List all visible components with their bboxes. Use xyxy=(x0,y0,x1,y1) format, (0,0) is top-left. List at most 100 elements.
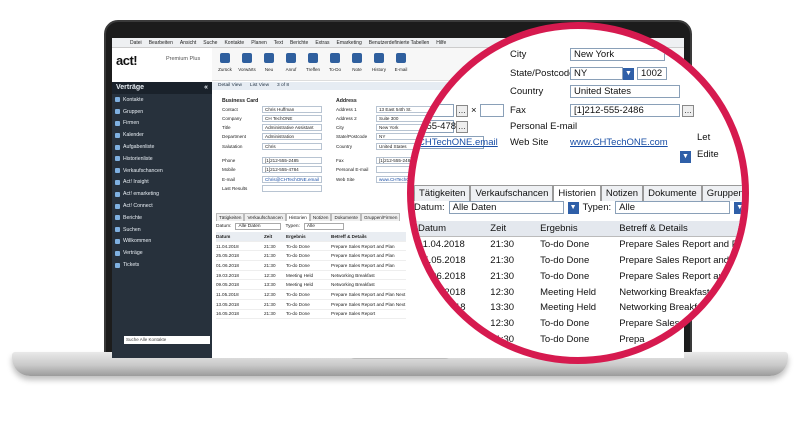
toolbar-button[interactable]: Anruf xyxy=(282,51,300,77)
mag-postcode-field[interactable]: 1002 xyxy=(637,67,667,80)
column-header[interactable]: Datum xyxy=(216,234,264,239)
toolbar-button[interactable]: Vorwärts xyxy=(238,51,256,77)
menu-item[interactable]: Text xyxy=(274,40,283,46)
mag-tab[interactable]: Verkaufschancen xyxy=(470,185,554,201)
view-tab[interactable]: 3 of 8 xyxy=(277,83,289,89)
field-value[interactable]: [1]212-555-4784 xyxy=(262,166,322,174)
menu-item[interactable]: Suche xyxy=(203,40,217,46)
mag-column-header[interactable]: Datum xyxy=(414,223,490,234)
mobile-lookup-button[interactable]: … xyxy=(456,120,468,133)
menu-item[interactable]: Emarketing xyxy=(336,40,361,46)
table-row[interactable]: 13.05.2018 21:30 To-do Done Prepare Sales R… xyxy=(216,300,406,310)
table-row[interactable]: 25.05.2018 21:30 To-do Done Prepare Sales R… xyxy=(216,251,406,262)
toolbar-button[interactable]: Zurück xyxy=(216,51,234,77)
lower-tab[interactable]: Notizen xyxy=(309,213,332,221)
mag-type-select[interactable]: Alle xyxy=(615,201,731,214)
mag-state-field[interactable]: NY xyxy=(570,67,623,80)
menu-item[interactable]: Berichte xyxy=(290,40,308,46)
table-row[interactable]: 09.05.2018 13:30 Meeting Held Networking Br… xyxy=(216,280,406,291)
mag-city-field[interactable]: New York xyxy=(570,48,665,61)
mag-fax-field[interactable]: [1]212-555-2486 xyxy=(570,104,680,117)
sidebar-item[interactable]: Aufgabenliste xyxy=(112,141,212,153)
mag-table-row[interactable]: 11.04.2018 21:30 To-do Done Prepare Sales R… xyxy=(414,237,742,253)
sidebar-item[interactable]: Kalender xyxy=(112,129,212,141)
chevron-down-icon[interactable]: ▼ xyxy=(567,201,579,214)
sidebar-item[interactable]: Berichte xyxy=(112,212,212,224)
mag-mobile-field[interactable]: -555-4784 xyxy=(414,120,461,133)
table-row[interactable]: 19.03.2018 12:30 Meeting Held Networking Br… xyxy=(216,271,406,281)
menu-item[interactable]: Datei xyxy=(130,40,142,46)
mag-website-link[interactable]: www.CHTechONE.com xyxy=(570,137,668,148)
toolbar-button[interactable]: To-Do xyxy=(326,51,344,77)
chevron-down-icon[interactable]: ▼ xyxy=(680,150,691,163)
lower-tab[interactable]: Verkaufschancen xyxy=(244,213,286,221)
menu-item[interactable]: Benutzerdefinierte Tabellen xyxy=(369,40,430,46)
menu-item[interactable]: Ansicht xyxy=(180,40,196,46)
toolbar-button[interactable]: Treffen xyxy=(304,51,322,77)
field-value[interactable] xyxy=(262,184,322,192)
view-tab[interactable]: Detail View xyxy=(218,83,242,89)
mag-tab[interactable]: Historien xyxy=(553,185,601,201)
fax-lookup-button[interactable]: … xyxy=(682,104,694,117)
lower-tab[interactable]: Dokumente xyxy=(331,213,361,221)
field-value[interactable]: Chris@CHTechONE.email xyxy=(262,175,322,183)
sidebar-item[interactable]: Act! Insight xyxy=(112,177,212,189)
mag-date-select[interactable]: Alle Daten xyxy=(448,201,564,214)
toolbar-button[interactable]: E-mail xyxy=(392,51,410,77)
field-value[interactable]: Chris xyxy=(262,142,322,150)
mag-tab[interactable]: Notizen xyxy=(600,185,644,201)
type-filter-select[interactable]: Alle xyxy=(303,223,344,230)
phone-lookup-button[interactable]: … xyxy=(456,104,468,117)
collapse-icon[interactable]: « xyxy=(204,84,208,92)
field-value[interactable]: Chris Huffman xyxy=(262,105,322,113)
toolbar-button[interactable]: Note xyxy=(348,51,366,77)
column-header[interactable]: Zeit xyxy=(264,234,286,239)
sidebar-item[interactable]: Kontakte xyxy=(112,94,212,106)
column-header[interactable]: Ergebnis xyxy=(286,234,331,239)
sidebar-item[interactable]: Historienliste xyxy=(112,153,212,165)
view-tab[interactable]: List View xyxy=(250,83,269,89)
menu-item[interactable]: Kontakte xyxy=(224,40,244,46)
mag-tab[interactable]: Tätigkeiten xyxy=(414,185,471,201)
field-value[interactable]: [1]212-555-2485 xyxy=(262,157,322,164)
mag-country-field[interactable]: United States xyxy=(570,85,680,98)
menu-item[interactable]: Extras xyxy=(315,40,329,46)
close-icon[interactable]: × xyxy=(471,105,477,116)
menu-item[interactable]: Hilfe xyxy=(436,40,446,46)
table-row[interactable]: 16.05.2018 21:30 To-do Done Prepare Sales R… xyxy=(216,310,406,320)
date-filter-select[interactable]: Alle Daten xyxy=(235,223,282,230)
table-row[interactable]: 11.05.2018 12:30 To-do Done Prepare Sales R… xyxy=(216,290,406,300)
table-row[interactable]: 01.06.2018 21:30 To-do Done Prepare Sales R… xyxy=(216,261,406,271)
mag-column-header[interactable]: Betreff & Details xyxy=(619,223,742,234)
mag-table-row[interactable]: 11.05.2018 12:30 To-do Done Prepare Sales R… xyxy=(414,316,742,332)
mag-table-row[interactable]: 13.05.2018 21:30 To-do Done Prepa xyxy=(414,332,742,348)
sidebar-item[interactable]: Verträge xyxy=(112,247,212,259)
mag-table-row[interactable]: 25.05.2018 21:30 To-do Done Prepare Sales R… xyxy=(414,253,742,269)
lower-tab[interactable]: Historien xyxy=(285,213,310,221)
mag-column-header[interactable]: Zeit xyxy=(490,223,540,234)
mag-table-row[interactable]: 19.03.2018 12:30 Meeting Held Networking Br… xyxy=(414,284,742,300)
mag-table-row[interactable]: 01.06.2018 21:30 To-do Done Prepare Sales R… xyxy=(414,268,742,284)
menu-item[interactable]: Planen xyxy=(251,40,267,46)
mag-table-row[interactable]: 09.05.2018 13:30 Meeting Held Networking Br… xyxy=(414,300,742,316)
mag-phone-field[interactable]: 485 xyxy=(414,104,454,117)
lower-tab[interactable]: Tätigkeiten xyxy=(216,213,245,221)
sidebar-item[interactable]: Gruppen xyxy=(112,106,212,118)
mag-tab[interactable]: Dokumente xyxy=(643,185,702,201)
sidebar-item[interactable]: Willkommen xyxy=(112,236,212,248)
sidebar-item[interactable]: Act! emarketing xyxy=(112,188,212,200)
sidebar-item[interactable]: Suchen xyxy=(112,224,212,236)
sidebar-item[interactable]: Act! Connect xyxy=(112,200,212,212)
chevron-down-icon[interactable]: ▼ xyxy=(623,67,634,80)
mag-column-header[interactable]: Ergebnis xyxy=(540,223,619,234)
sidebar-item[interactable]: Verkaufschancen xyxy=(112,165,212,177)
sidebar-item[interactable]: Firmen xyxy=(112,118,212,130)
toolbar-button[interactable]: History xyxy=(370,51,388,77)
field-value[interactable]: Administrative Assistant xyxy=(262,124,322,132)
column-header[interactable]: Betreff & Details xyxy=(331,234,406,239)
toolbar-button[interactable]: Neu xyxy=(260,51,278,77)
search-all-contacts[interactable]: Suche Alle Kontakte xyxy=(124,336,210,344)
mag-email-link[interactable]: CHTechONE.email xyxy=(414,136,498,149)
mag-extension-field[interactable] xyxy=(479,104,504,117)
chevron-down-icon[interactable]: ▼ xyxy=(734,201,742,214)
